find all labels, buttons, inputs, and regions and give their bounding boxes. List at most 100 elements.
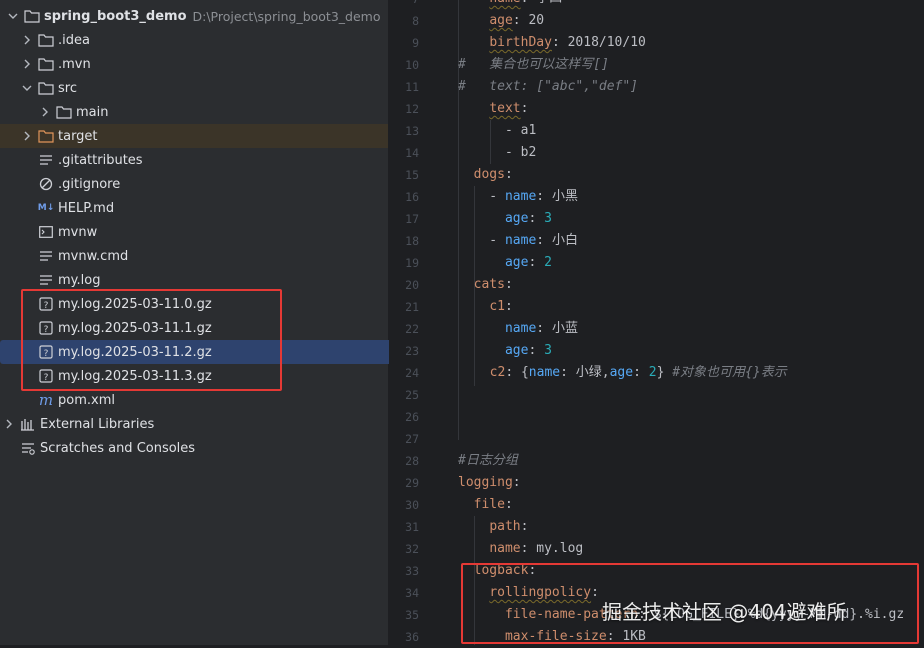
line-number: 19 — [405, 256, 419, 270]
tree-item-label: .idea — [58, 32, 90, 48]
chevron-right-icon[interactable] — [20, 129, 34, 143]
project-path: D:\Project\spring_boot3_demo — [192, 8, 381, 24]
code-line-14: - b2 — [458, 145, 537, 160]
line-number: 31 — [405, 520, 419, 534]
code-line-17: age: 3 — [504, 211, 552, 226]
code-line-13: - a1 — [458, 123, 537, 138]
line-number: 30 — [405, 498, 419, 512]
line-number: 14 — [405, 146, 419, 160]
line-number: 34 — [405, 586, 419, 600]
folder-icon — [38, 80, 54, 96]
line-number: 11 — [405, 80, 419, 94]
folder-icon — [38, 56, 54, 72]
code-line-11: # text: ["abc","def"] — [458, 79, 639, 94]
line-number: 9 — [412, 36, 419, 50]
code-line-28: #日志分组 — [458, 453, 518, 468]
excluded-folder-icon — [38, 128, 54, 144]
tree-item-mvn[interactable]: .mvn — [0, 52, 408, 76]
line-number: 16 — [405, 190, 419, 204]
code-line-10: # 集合也可以这样写[] — [458, 57, 609, 72]
tree-item-label: pom.xml — [58, 392, 115, 408]
tree-item-main[interactable]: main — [0, 100, 426, 124]
highlight-box-gz-files — [21, 289, 282, 391]
line-number: 26 — [405, 410, 419, 424]
tree-item-label: mvnw.cmd — [58, 248, 129, 264]
project-tree: spring_boot3_demo D:\Project\spring_boot… — [0, 0, 414, 645]
line-number: 13 — [405, 124, 419, 138]
tree-item-pom[interactable]: m pom.xml — [0, 388, 426, 412]
folder-icon — [38, 32, 54, 48]
line-number: 29 — [405, 476, 419, 490]
terminal-file-icon — [38, 224, 54, 240]
chevron-down-icon[interactable] — [6, 9, 20, 23]
tree-item-label: target — [58, 128, 98, 144]
chevron-right-icon[interactable] — [38, 105, 52, 119]
tree-item-gitattributes[interactable]: .gitattributes — [0, 148, 426, 172]
text-file-icon — [38, 248, 54, 264]
folder-icon — [56, 104, 72, 120]
tree-item-label: Scratches and Consoles — [40, 440, 196, 456]
line-gutter: 7 8 9 10 11 12 13 14 15 16 17 18 19 20 2… — [389, 0, 449, 645]
code-line-21: c1: — [489, 299, 513, 314]
line-number: 33 — [405, 564, 419, 578]
tree-item-src[interactable]: src — [0, 76, 408, 100]
tree-item-label: src — [58, 80, 77, 96]
text-file-icon — [38, 152, 54, 168]
code-editor[interactable]: name: 李四 age: 20 birthDay: 2018/10/10 # … — [449, 0, 924, 645]
project-name: spring_boot3_demo — [44, 8, 187, 24]
chevron-right-icon[interactable] — [2, 417, 16, 431]
text-file-icon — [38, 272, 54, 288]
code-line-7: name: 李四 — [458, 0, 562, 10]
tree-item-idea[interactable]: .idea — [0, 28, 408, 52]
scratches-icon — [20, 440, 36, 456]
line-number: 15 — [405, 168, 419, 182]
code-line-15: dogs: — [473, 167, 513, 182]
tree-item-label: .mvn — [58, 56, 91, 72]
code-line-20: cats: — [473, 277, 513, 292]
line-number: 20 — [405, 278, 419, 292]
gitignore-icon — [38, 176, 54, 192]
tree-item-label: my.log — [58, 272, 101, 288]
tree-item-mvnw[interactable]: mvnw — [0, 220, 426, 244]
tree-item-target[interactable]: target — [0, 124, 388, 148]
tree-item-help-md[interactable]: M↓ HELP.md — [0, 196, 426, 220]
line-number: 32 — [405, 542, 419, 556]
markdown-icon: M↓ — [37, 203, 55, 213]
line-number: 21 — [405, 300, 419, 314]
line-number: 7 — [412, 0, 419, 10]
code-line-23: age: 3 — [504, 343, 552, 358]
tree-item-label: .gitattributes — [58, 152, 143, 168]
chevron-right-icon[interactable] — [20, 57, 34, 71]
code-line-9: birthDay: 2018/10/10 — [489, 35, 646, 50]
code-line-18: - name: 小白 — [458, 233, 578, 248]
chevron-right-icon[interactable] — [20, 33, 34, 47]
line-number: 8 — [412, 14, 419, 28]
line-number: 22 — [405, 322, 419, 336]
tree-item-external-libraries[interactable]: External Libraries — [0, 412, 390, 436]
code-line-22: name: 小蓝 — [504, 321, 578, 336]
line-number: 28 — [405, 454, 419, 468]
watermark: 掘金技术社区 @404避难所 — [602, 600, 847, 624]
code-line-24: c2: {name: 小绿,age: 2} #对象也可用{}表示 — [489, 365, 787, 380]
tree-item-label: HELP.md — [58, 200, 115, 216]
tree-item-mvnw-cmd[interactable]: mvnw.cmd — [0, 244, 426, 268]
tree-root[interactable]: spring_boot3_demo D:\Project\spring_boot… — [0, 4, 394, 28]
tree-item-scratches[interactable]: Scratches and Consoles — [0, 436, 408, 460]
tree-item-label: mvnw — [58, 224, 98, 240]
maven-icon: m — [38, 391, 54, 409]
chevron-down-icon[interactable] — [20, 81, 34, 95]
folder-icon — [24, 8, 40, 24]
line-number: 35 — [405, 608, 419, 622]
code-line-32: name: my.log — [489, 541, 584, 556]
line-number: 10 — [405, 58, 419, 72]
tree-item-label: main — [76, 104, 109, 120]
code-line-19: age: 2 — [504, 255, 552, 270]
library-icon — [20, 416, 36, 432]
tree-item-gitignore[interactable]: .gitignore — [0, 172, 426, 196]
tree-item-label: .gitignore — [58, 176, 121, 192]
ide-window: spring_boot3_demo D:\Project\spring_boot… — [0, 0, 924, 645]
code-line-29: logging: — [458, 475, 521, 490]
line-number: 18 — [405, 234, 419, 248]
code-line-30: file: — [473, 497, 513, 512]
line-number: 27 — [405, 432, 419, 446]
